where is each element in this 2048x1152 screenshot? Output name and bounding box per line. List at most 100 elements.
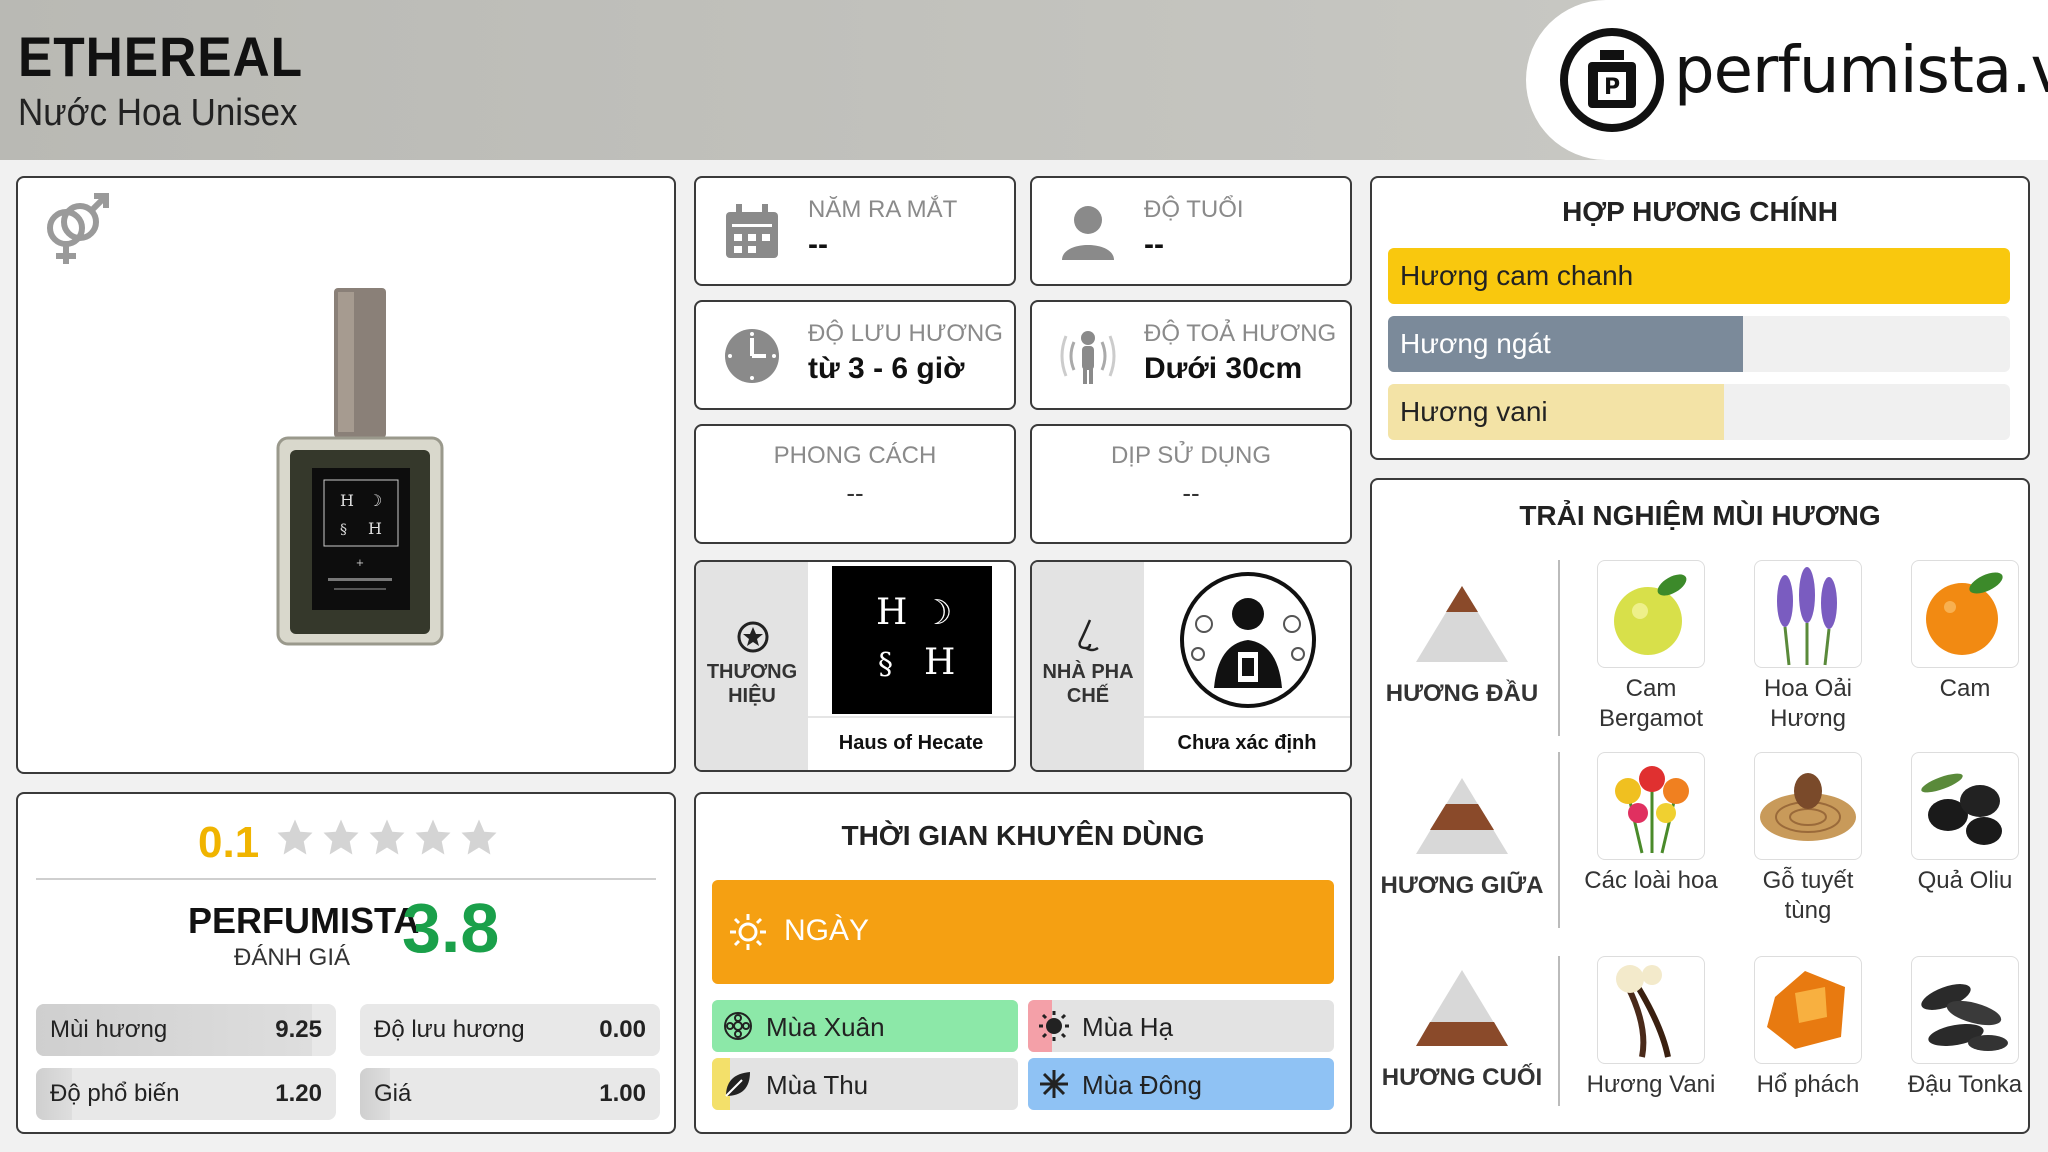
svg-text:H: H: [924, 642, 955, 683]
season-winter: Mùa Đông: [1028, 1058, 1334, 1110]
rating-card: 0.1 PERFUMISTA ĐÁNH GIÁ 3.8 Mùi hương 9.…: [16, 792, 676, 1134]
pyramid-base-icon: [1414, 968, 1510, 1053]
leaf-icon: [722, 1068, 754, 1100]
brand-name[interactable]: Haus of Hecate: [808, 732, 1014, 755]
note-item[interactable]: Hoa Oải Hương: [1733, 560, 1883, 734]
season-autumn: Mùa Thu: [712, 1058, 1018, 1110]
perfume-title: ETHEREAL: [18, 25, 304, 88]
logo-wordmark: perfumista.vn: [1674, 34, 2048, 108]
perfume-bottle-image: H ☽ § H +: [268, 288, 448, 653]
perfumer-label: NHÀ PHA CHẾ: [1042, 661, 1134, 707]
note-item[interactable]: Quả Oliu: [1890, 752, 2040, 896]
nose-icon: [1072, 618, 1106, 659]
brand-logo-image: H ☽ § H: [832, 566, 992, 714]
product-image-card: H ☽ § H +: [16, 176, 676, 774]
tonka-bean-icon: [1911, 956, 2019, 1064]
accords-title: HỢP HƯƠNG CHÍNH: [1562, 196, 1838, 227]
perfumer-name[interactable]: Chưa xác định: [1144, 732, 1350, 755]
svg-text:+: +: [356, 558, 364, 569]
svg-text:H: H: [340, 491, 354, 510]
day-label: NGÀY: [784, 914, 870, 947]
occasion-value: --: [1182, 478, 1200, 508]
season-summer: Mùa Hạ: [1028, 1000, 1334, 1052]
age-card: ĐỘ TUỔI --: [1030, 176, 1352, 286]
brand-logo[interactable]: P perfumista.vn: [1526, 0, 2048, 160]
top-notes-label: HƯƠNG ĐẦU: [1385, 680, 1539, 707]
timing-title: THỜI GIAN KHUYÊN DÙNG: [841, 820, 1205, 851]
recommended-time-card: THỜI GIAN KHUYÊN DÙNG NGÀY Mùa Xuân Mùa …: [694, 792, 1352, 1134]
perfumer-card[interactable]: NHÀ PHA CHẾ Chưa xác định: [1030, 560, 1352, 772]
user-icon: [1058, 202, 1118, 262]
accord-bar: Hương ngát: [1388, 316, 2010, 372]
accord-bar: Hương vani: [1388, 384, 2010, 440]
main-accords-card: HỢP HƯƠNG CHÍNH Hương cam chanh Hương ng…: [1370, 176, 2030, 460]
svg-text:☽: ☽: [368, 491, 382, 510]
release-year-label: NĂM RA MẮT: [808, 196, 958, 223]
notes-title: TRẢI NGHIỆM MÙI HƯƠNG: [1519, 500, 1881, 531]
base-notes-label: HƯƠNG CUỐI: [1381, 1064, 1543, 1091]
accord-label: Hương ngát: [1400, 328, 1551, 359]
accord-label: Hương vani: [1400, 396, 1548, 427]
occasion-label: DỊP SỬ DỤNG: [1110, 442, 1272, 469]
perfumer-illustration: [1168, 568, 1328, 712]
sun-filled-icon: [1038, 1010, 1070, 1042]
note-item[interactable]: Hương Vani: [1576, 956, 1726, 1100]
bergamot-icon: [1597, 560, 1705, 668]
calendar-icon: [722, 202, 782, 262]
brand-label: THƯƠNG HIỆU: [706, 661, 798, 707]
header: ETHEREAL Nước Hoa Unisex P perfumista.vn: [0, 0, 2048, 160]
star-rating[interactable]: [274, 816, 500, 858]
release-year-value: --: [808, 228, 828, 261]
star-icon[interactable]: [412, 816, 454, 858]
orange-icon: [1911, 560, 2019, 668]
star-icon[interactable]: [458, 816, 500, 858]
cedarwood-icon: [1754, 752, 1862, 860]
longevity-card: ĐỘ LƯU HƯƠNG từ 3 - 6 giờ: [694, 300, 1016, 410]
note-item[interactable]: Gỗ tuyết tùng: [1733, 752, 1883, 926]
style-value: --: [846, 478, 864, 508]
star-icon[interactable]: [366, 816, 408, 858]
scent-notes-card: TRẢI NGHIỆM MÙI HƯƠNG HƯƠNG ĐẦU HƯƠNG GI…: [1370, 478, 2030, 1134]
snowflake-icon: [1038, 1068, 1070, 1100]
brand-card[interactable]: THƯƠNG HIỆU H ☽ § H Haus of Hecate: [694, 560, 1016, 772]
svg-text:H: H: [876, 592, 907, 633]
note-item[interactable]: Cam: [1890, 560, 2040, 704]
lavender-icon: [1754, 560, 1862, 668]
svg-text:§: §: [878, 647, 893, 682]
perfumista-label: PERFUMISTA: [188, 900, 420, 941]
release-year-card: NĂM RA MẮT --: [694, 176, 1016, 286]
sillage-value: Dưới 30cm: [1144, 352, 1303, 385]
amber-icon: [1754, 956, 1862, 1064]
pyramid-middle-icon: [1414, 776, 1510, 861]
sillage-label: ĐỘ TOẢ HƯƠNG: [1144, 320, 1337, 347]
age-value: --: [1144, 228, 1164, 261]
stat-popularity: Độ phổ biến 1.20: [36, 1068, 336, 1120]
note-item[interactable]: Các loài hoa: [1576, 752, 1726, 896]
clock-icon: [722, 326, 782, 386]
star-icon[interactable]: [320, 816, 362, 858]
occasion-card: DỊP SỬ DỤNG --: [1030, 424, 1352, 544]
perfume-subtitle: Nước Hoa Unisex: [18, 92, 298, 134]
note-item[interactable]: Đậu Tonka: [1890, 956, 2040, 1100]
accord-label: Hương cam chanh: [1400, 260, 1634, 291]
star-icon[interactable]: [274, 816, 316, 858]
svg-text:P: P: [1604, 75, 1620, 100]
accord-bar: Hương cam chanh: [1388, 248, 2010, 304]
note-item[interactable]: Cam Bergamot: [1576, 560, 1726, 734]
style-card: PHONG CÁCH --: [694, 424, 1016, 544]
note-item[interactable]: Hổ phách: [1733, 956, 1883, 1100]
user-score: 0.1: [198, 818, 260, 867]
middle-notes-label: HƯƠNG GIỮA: [1380, 872, 1544, 899]
star-badge-icon: [736, 620, 770, 659]
stat-longevity: Độ lưu hương 0.00: [360, 1004, 660, 1056]
stat-price: Giá 1.00: [360, 1068, 660, 1120]
sun-icon: [728, 912, 768, 957]
vanilla-icon: [1597, 956, 1705, 1064]
olive-icon: [1911, 752, 2019, 860]
perfume-bottle-icon: P: [1560, 28, 1664, 132]
svg-text:§: §: [340, 522, 347, 538]
unisex-icon: [36, 192, 116, 277]
pyramid-top-icon: [1414, 584, 1510, 669]
perfumista-sublabel: ĐÁNH GIÁ: [234, 944, 351, 971]
day-bar: NGÀY: [712, 880, 1334, 984]
